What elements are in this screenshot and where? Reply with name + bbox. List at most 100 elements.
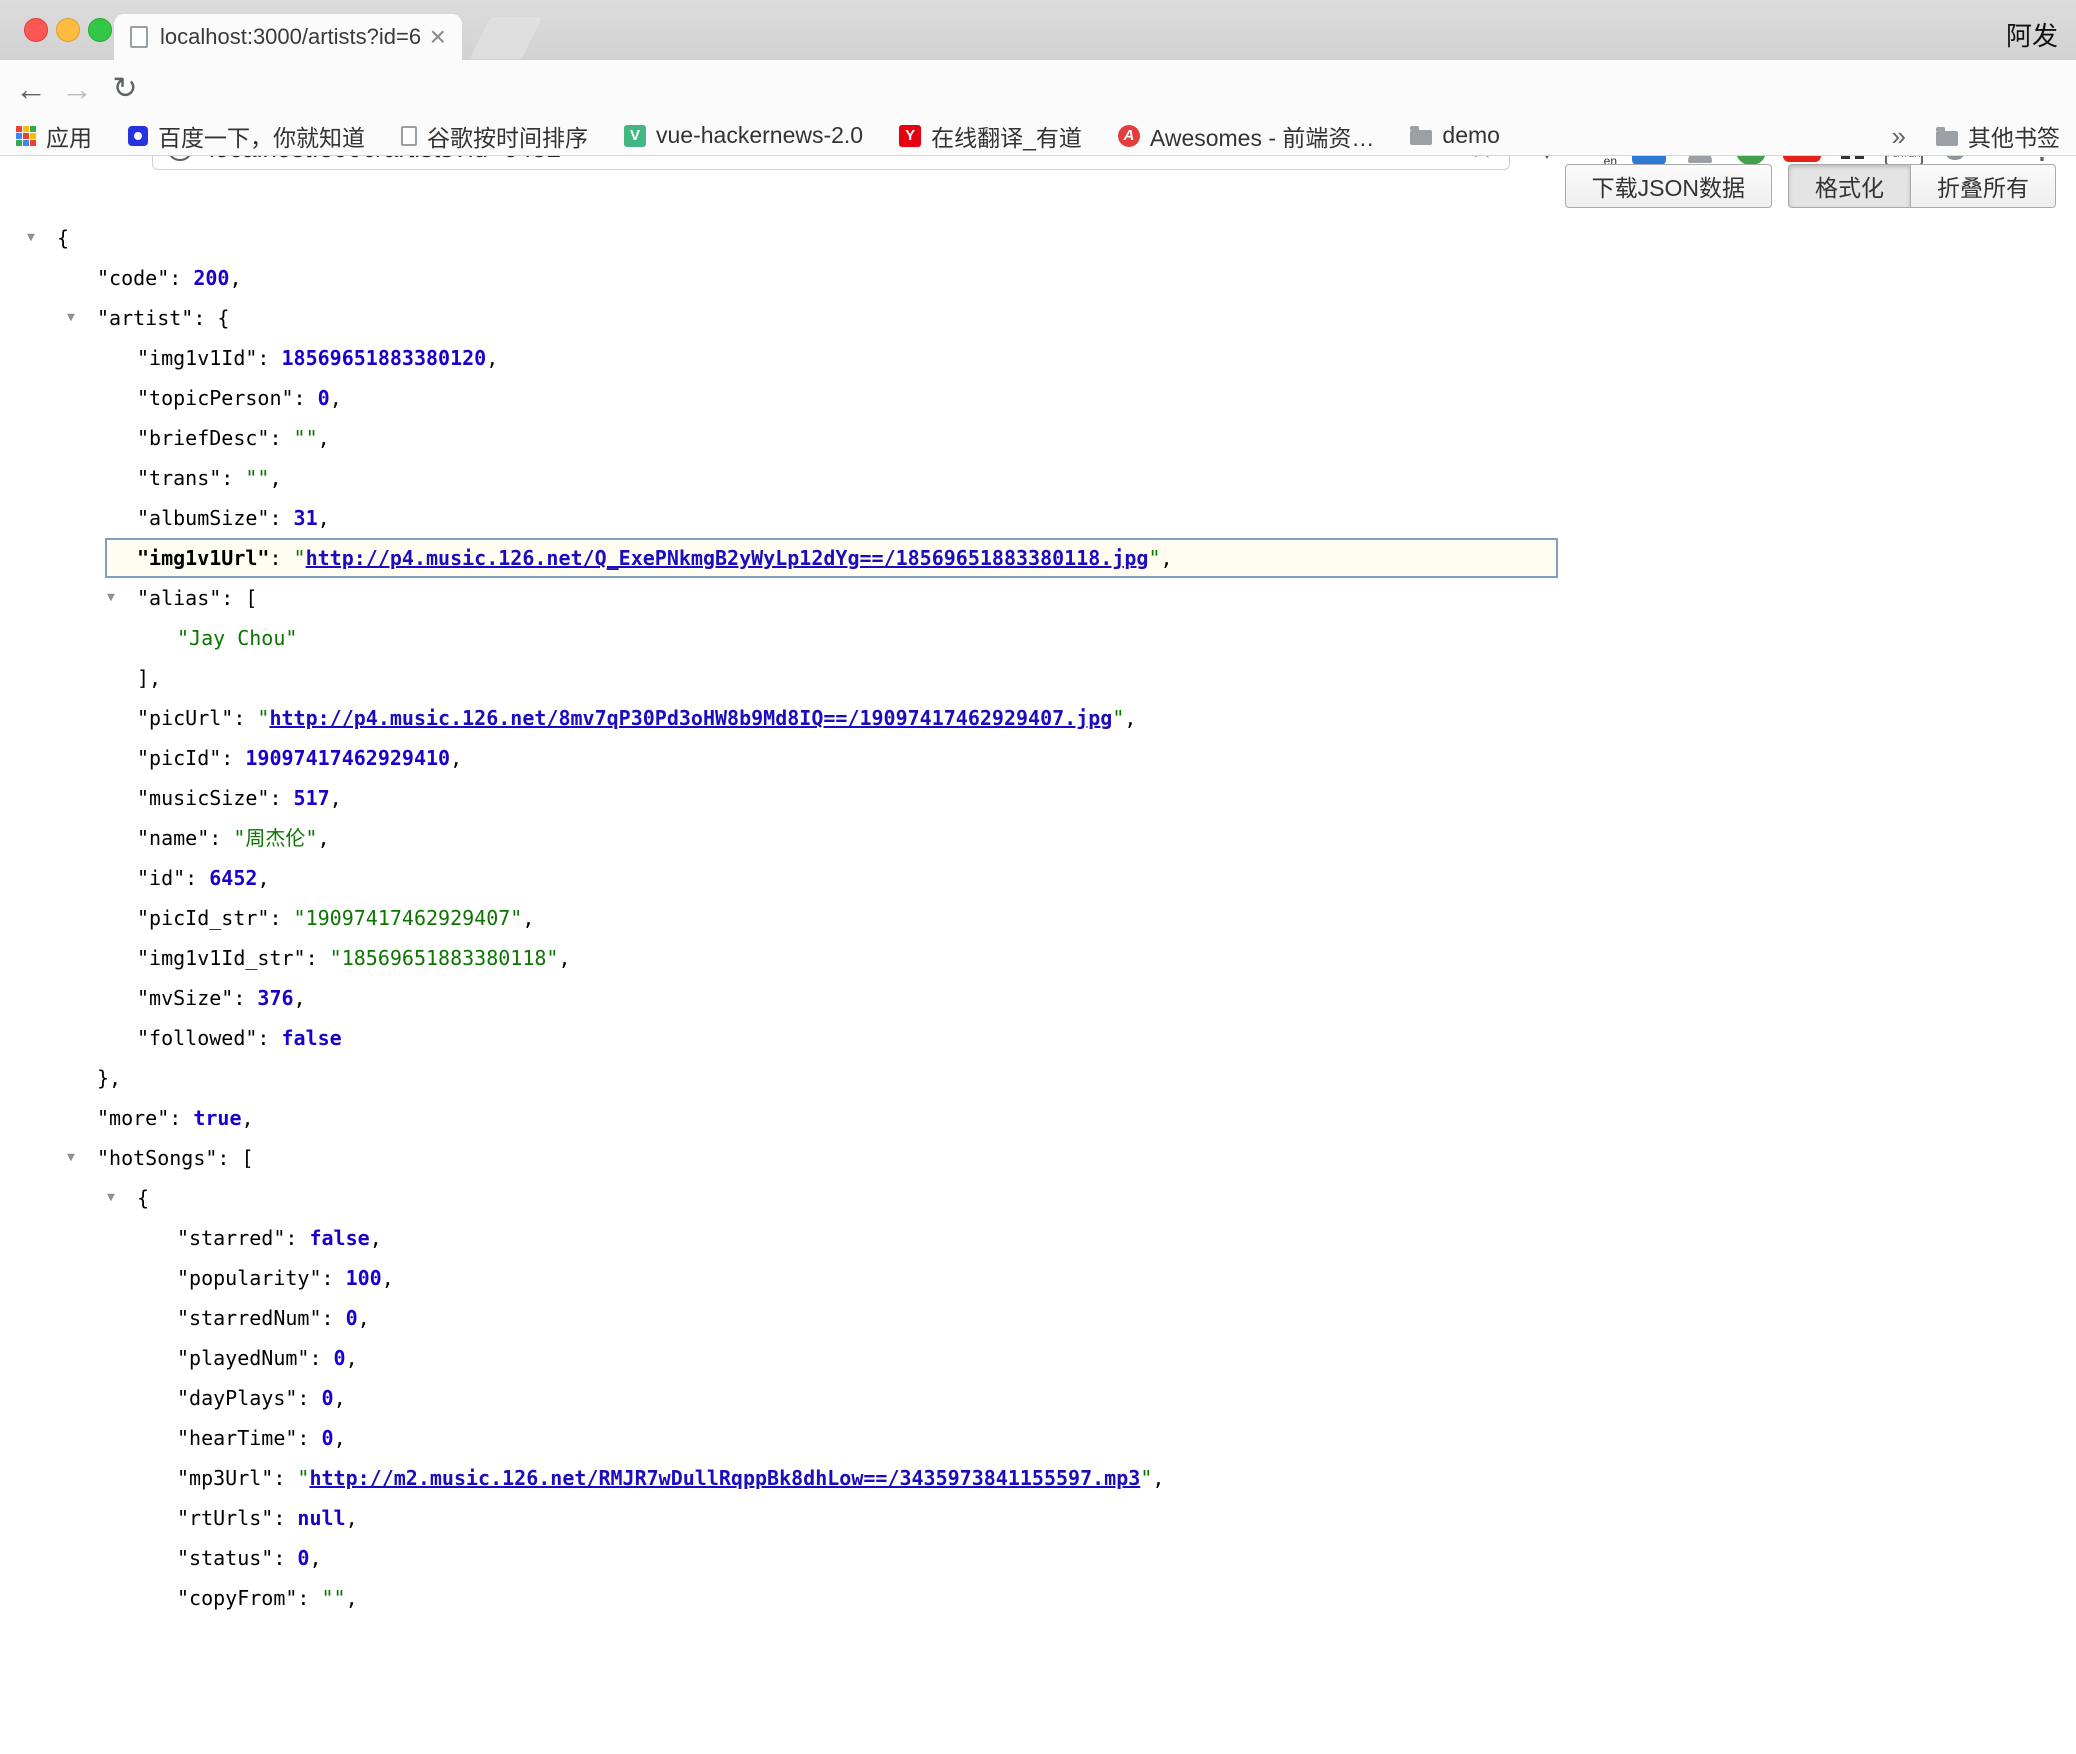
json-punct: ,: [318, 506, 330, 530]
json-row: "starred": false,: [0, 1218, 2076, 1258]
json-number: 100: [346, 1266, 382, 1290]
collapse-all-button[interactable]: 折叠所有: [1910, 164, 2056, 208]
format-button[interactable]: 格式化: [1788, 164, 1911, 208]
json-row: "rtUrls": null,: [0, 1498, 2076, 1538]
json-number: 31: [294, 506, 318, 530]
bookmark-apps[interactable]: 应用: [16, 119, 92, 153]
json-row: ▼{: [0, 1178, 2076, 1218]
json-row: "playedNum": 0,: [0, 1338, 2076, 1378]
collapse-arrow-icon[interactable]: ▼: [107, 1178, 115, 1218]
collapse-arrow-icon[interactable]: ▼: [67, 1138, 75, 1178]
json-string: "": [294, 426, 318, 450]
bookmarks-overflow-icon[interactable]: »: [1892, 121, 1906, 152]
reload-button-icon[interactable]: ↻: [104, 68, 146, 110]
json-key: "followed": [137, 1026, 257, 1050]
json-quote: ": [297, 1466, 309, 1490]
json-punct: :: [169, 1106, 193, 1130]
json-key: "copyFrom": [177, 1586, 297, 1610]
json-key: "more": [97, 1106, 169, 1130]
json-punct: ,: [334, 1426, 346, 1450]
json-punct: ,: [1152, 1466, 1164, 1490]
json-punct: ,: [558, 946, 570, 970]
json-row: "dayPlays": 0,: [0, 1378, 2076, 1418]
bookmark-demo-folder[interactable]: demo: [1410, 122, 1500, 149]
json-punct: ,: [330, 386, 342, 410]
collapse-arrow-icon[interactable]: ▼: [27, 218, 35, 258]
json-link[interactable]: http://m2.music.126.net/RMJR7wDullRqppBk…: [309, 1466, 1140, 1490]
json-row: "albumSize": 31,: [0, 498, 2076, 538]
window-zoom-button[interactable]: [88, 18, 112, 42]
json-punct: :: [169, 266, 193, 290]
json-punct: :: [306, 946, 330, 970]
json-punct: ,: [486, 346, 498, 370]
bookmark-google-sort[interactable]: 谷歌按时间排序: [401, 119, 588, 153]
json-punct: :: [285, 1226, 309, 1250]
json-key: "albumSize": [137, 506, 269, 530]
json-key: "mp3Url": [177, 1466, 273, 1490]
json-punct: :: [273, 1546, 297, 1570]
json-punct: :: [221, 746, 245, 770]
json-number: 18569651883380120: [282, 346, 487, 370]
window-close-button[interactable]: [24, 18, 48, 42]
json-row: "code": 200,: [0, 258, 2076, 298]
json-number: 0: [297, 1546, 309, 1570]
json-number: 0: [334, 1346, 346, 1370]
back-button-icon[interactable]: ←: [10, 68, 52, 110]
window-minimize-button[interactable]: [56, 18, 80, 42]
json-number: 6452: [209, 866, 257, 890]
json-row: "trans": "",: [0, 458, 2076, 498]
json-punct: {: [137, 1186, 149, 1210]
folder-icon: [1410, 130, 1432, 145]
json-link[interactable]: http://p4.music.126.net/8mv7qP30Pd3oHW8b…: [269, 706, 1112, 730]
tab-close-icon[interactable]: ×: [430, 23, 446, 51]
json-row: "id": 6452,: [0, 858, 2076, 898]
json-punct: ,: [318, 426, 330, 450]
json-key: "artist": [97, 306, 193, 330]
json-punct: :: [257, 346, 281, 370]
json-key: "hotSongs": [97, 1146, 217, 1170]
other-bookmarks-folder[interactable]: 其他书签: [1936, 119, 2060, 153]
json-key: "picId": [137, 746, 221, 770]
new-tab-button[interactable]: [470, 17, 542, 59]
bookmark-baidu[interactable]: 百度一下，你就知道: [128, 119, 365, 153]
json-key: "img1v1Id_str": [137, 946, 306, 970]
json-quote: ": [1112, 706, 1124, 730]
json-punct: ,: [257, 866, 269, 890]
json-quote: ": [1148, 546, 1160, 570]
json-key: "status": [177, 1546, 273, 1570]
collapse-arrow-icon[interactable]: ▼: [107, 578, 115, 618]
forward-button-icon: →: [56, 68, 98, 110]
json-key: "musicSize": [137, 786, 269, 810]
json-row: "more": true,: [0, 1098, 2076, 1138]
json-punct: :: [233, 706, 257, 730]
json-punct: :: [257, 1026, 281, 1050]
browser-tab[interactable]: localhost:3000/artists?id=645 ×: [114, 14, 462, 60]
json-key: "picId_str": [137, 906, 269, 930]
json-punct: ,: [382, 1266, 394, 1290]
json-key: "id": [137, 866, 185, 890]
json-row: "mp3Url": "http://m2.music.126.net/RMJR7…: [0, 1458, 2076, 1498]
json-row: },: [0, 1058, 2076, 1098]
collapse-arrow-icon[interactable]: ▼: [67, 298, 75, 338]
bookmark-label: 百度一下，你就知道: [158, 119, 365, 153]
json-row: "mvSize": 376,: [0, 978, 2076, 1018]
json-punct: :: [185, 866, 209, 890]
json-row: "briefDesc": "",: [0, 418, 2076, 458]
download-json-button[interactable]: 下载JSON数据: [1565, 164, 1772, 208]
json-punct: ,: [346, 1586, 358, 1610]
bookmark-vue-hackernews[interactable]: V vue-hackernews-2.0: [624, 122, 863, 149]
bookmark-label: 在线翻译_有道: [931, 119, 1082, 153]
json-punct: ,: [370, 1226, 382, 1250]
json-punct: :: [297, 1386, 321, 1410]
bookmark-awesomes[interactable]: A Awesomes - 前端资…: [1118, 119, 1375, 153]
awesomes-icon: A: [1118, 125, 1140, 147]
json-row: ▼{: [0, 218, 2076, 258]
json-punct: :: [269, 546, 293, 570]
json-punct: ,: [522, 906, 534, 930]
json-string: "周杰伦": [233, 826, 317, 850]
json-link[interactable]: http://p4.music.126.net/Q_ExePNkmgB2yWyL…: [306, 546, 1149, 570]
json-row-highlighted: "img1v1Url": "http://p4.music.126.net/Q_…: [105, 538, 1558, 578]
apps-grid-icon: [16, 126, 36, 146]
bookmark-youdao-translate[interactable]: Y 在线翻译_有道: [899, 119, 1082, 153]
json-row: "img1v1Id_str": "18569651883380118",: [0, 938, 2076, 978]
